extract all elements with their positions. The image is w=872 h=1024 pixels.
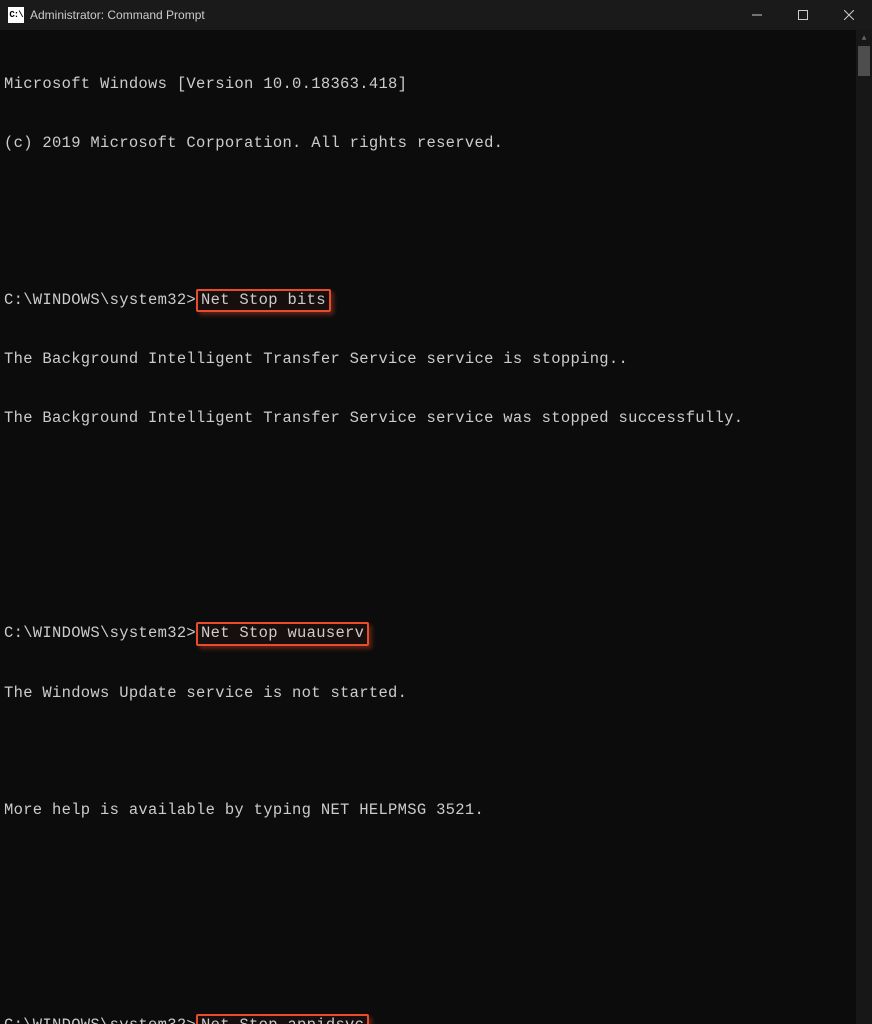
scroll-up-icon[interactable]: ▲ <box>856 30 872 46</box>
output-line: The Windows Update service is not starte… <box>4 684 872 704</box>
terminal-client-area: Microsoft Windows [Version 10.0.18363.41… <box>0 30 872 1024</box>
output-line: The Background Intelligent Transfer Serv… <box>4 350 872 370</box>
close-button[interactable] <box>826 0 872 30</box>
terminal-output[interactable]: Microsoft Windows [Version 10.0.18363.41… <box>0 30 872 1024</box>
app-icon: C:\ <box>8 7 24 23</box>
highlighted-command: Net Stop bits <box>196 289 331 313</box>
blank-line <box>4 526 872 546</box>
blank-line <box>4 467 872 487</box>
header-line: (c) 2019 Microsoft Corporation. All righ… <box>4 134 872 154</box>
minimize-button[interactable] <box>734 0 780 30</box>
output-line: The Background Intelligent Transfer Serv… <box>4 409 872 429</box>
scroll-thumb[interactable] <box>858 46 870 76</box>
prompt: C:\WINDOWS\system32> <box>4 291 196 309</box>
maximize-button[interactable] <box>780 0 826 30</box>
blank-line <box>4 859 872 879</box>
blank-line <box>4 918 872 938</box>
prompt: C:\WINDOWS\system32> <box>4 624 196 642</box>
prompt: C:\WINDOWS\system32> <box>4 1016 196 1024</box>
header-line: Microsoft Windows [Version 10.0.18363.41… <box>4 75 872 95</box>
window-title: Administrator: Command Prompt <box>30 8 205 22</box>
output-line: More help is available by typing NET HEL… <box>4 801 872 821</box>
blank-line <box>4 192 872 212</box>
highlighted-command: Net Stop wuauserv <box>196 622 369 646</box>
titlebar[interactable]: C:\ Administrator: Command Prompt <box>0 0 872 30</box>
blank-line <box>4 742 872 762</box>
highlighted-command: Net Stop appidsvc <box>196 1014 369 1024</box>
scrollbar[interactable]: ▲ <box>856 30 872 1024</box>
